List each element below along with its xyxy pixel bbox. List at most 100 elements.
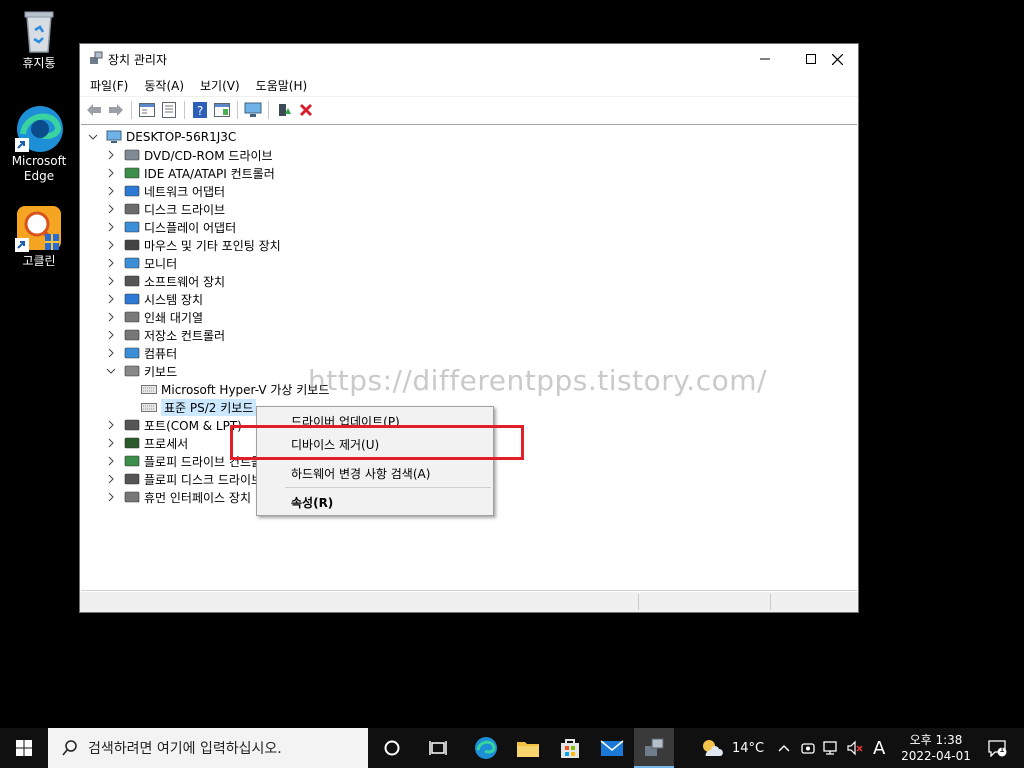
tree-category[interactable]: 포트(COM & LPT) [106,416,242,434]
scan-hardware-button[interactable] [242,99,264,121]
svg-text:?: ? [197,104,203,118]
weather-widget[interactable]: 14°C [700,728,764,768]
toolbar-separator [268,100,269,119]
taskbar-search-box[interactable]: 검색하려면 여기에 입력하십시오. [48,728,368,768]
task-view-button[interactable] [418,728,458,768]
chevron-right-icon[interactable] [106,240,116,250]
notification-badge: 1 [999,745,1005,755]
uninstall-device-button[interactable] [295,99,317,121]
device-category-icon [124,489,140,505]
tree-category-label: 네트워크 어댑터 [144,184,226,199]
view-button[interactable] [211,99,233,121]
chevron-right-icon[interactable] [106,186,116,196]
tree-category[interactable]: 소프트웨어 장치 [106,272,225,290]
chevron-right-icon[interactable] [106,294,116,304]
close-button[interactable] [814,44,860,74]
start-button[interactable] [0,728,48,768]
tree-category-label: 키보드 [144,364,178,379]
chevron-right-icon[interactable] [106,222,116,232]
chevron-right-icon[interactable] [106,312,116,322]
network-button[interactable] [822,728,840,768]
tree-category-label: 프로세서 [144,436,189,451]
device-category-icon [124,345,140,361]
menu-action[interactable]: 동작(A) [139,77,189,94]
clock[interactable]: 오후 1:38 2022-04-01 [896,728,976,768]
taskbar-device-manager[interactable] [634,728,674,768]
tree-category[interactable]: 키보드 [106,362,177,380]
menu-view[interactable]: 보기(V) [195,77,245,94]
tree-device-ps2-keyboard[interactable]: 표준 PS/2 키보드 [141,398,257,416]
status-separator [638,594,639,610]
tree-category[interactable]: 컴퓨터 [106,344,177,362]
tree-category[interactable]: 시스템 장치 [106,290,203,308]
chevron-right-icon[interactable] [106,204,116,214]
input-language-indicator[interactable]: A [873,728,885,768]
tree-category[interactable]: 저장소 컨트롤러 [106,326,225,344]
device-tree-pane[interactable]: DESKTOP-56R1J3C Microsoft Hyper-V 가상 키보드… [81,124,857,591]
back-button[interactable] [83,99,105,121]
desktop-icon-recycle-bin[interactable]: 휴지통 [4,6,74,71]
tree-category[interactable]: DVD/CD-ROM 드라이브 [106,146,273,164]
chevron-down-icon[interactable] [106,366,116,376]
cortana-button[interactable] [372,728,412,768]
title-bar[interactable]: 장치 관리자 [80,44,858,74]
window-title: 장치 관리자 [108,53,168,67]
chevron-right-icon[interactable] [106,474,116,484]
computer-icon [106,129,122,145]
menu-item-scan-hardware[interactable]: 하드웨어 변경 사항 검색(A) [291,465,430,482]
chevron-right-icon[interactable] [106,330,116,340]
menu-help[interactable]: 도움말(H) [251,77,313,94]
tree-category[interactable]: 휴먼 인터페이스 장치 [106,488,251,506]
tree-category[interactable]: 프로세서 [106,434,188,452]
forward-button[interactable] [105,99,127,121]
chevron-right-icon[interactable] [106,276,116,286]
chevron-right-icon[interactable] [106,420,116,430]
tree-category-label: 디스플레이 어댑터 [144,220,237,235]
tree-category[interactable]: 플로피 디스크 드라이브 [106,470,262,488]
toolbar-separator [131,100,132,119]
chevron-right-icon[interactable] [106,258,116,268]
store-icon [561,739,579,758]
forward-arrow-icon [109,103,123,116]
desktop-icon-goclean[interactable]: 고클린 [4,204,74,269]
chevron-right-icon[interactable] [106,168,116,178]
search-icon [62,740,77,756]
help-button[interactable]: ? [189,99,211,121]
menu-item-properties[interactable]: 속성(R) [291,494,333,511]
show-hidden-icons-button[interactable] [778,728,790,768]
chevron-right-icon[interactable] [106,348,116,358]
taskbar-file-explorer[interactable] [508,728,548,768]
properties-button[interactable] [158,99,180,121]
meet-now-button[interactable] [800,728,816,768]
tree-category[interactable]: 모니터 [106,254,177,272]
notification-center-button[interactable]: 1 [982,728,1012,768]
tree-category[interactable]: 네트워크 어댑터 [106,182,225,200]
update-driver-button[interactable] [273,99,295,121]
tree-category[interactable]: 디스플레이 어댑터 [106,218,236,236]
tree-category-label: 시스템 장치 [144,292,204,307]
taskbar-edge[interactable] [466,728,506,768]
chevron-right-icon[interactable] [106,456,116,466]
tree-category[interactable]: IDE ATA/ATAPI 컨트롤러 [106,164,275,182]
menu-file[interactable]: 파일(F) [85,77,133,94]
tree-root[interactable]: DESKTOP-56R1J3C [88,128,236,146]
menu-separator [285,487,491,488]
chevron-right-icon[interactable] [106,492,116,502]
desktop-icon-edge[interactable]: Microsoft Edge [4,104,74,184]
tree-category[interactable]: 마우스 및 기타 포인팅 장치 [106,236,281,254]
show-hide-console-tree-button[interactable] [136,99,158,121]
chevron-up-icon [778,744,790,752]
device-category-icon [124,435,140,451]
taskbar-mail[interactable] [592,728,632,768]
chevron-right-icon[interactable] [106,438,116,448]
minimize-button[interactable] [742,44,788,74]
volume-button[interactable] [846,728,864,768]
chevron-right-icon[interactable] [106,150,116,160]
task-view-icon [429,741,447,755]
taskbar-store[interactable] [550,728,590,768]
update-driver-icon [279,103,291,116]
tree-category[interactable]: 인쇄 대기열 [106,308,203,326]
tree-category[interactable]: 디스크 드라이브 [106,200,225,218]
keyboard-icon [141,399,157,415]
tree-device-hyperv-keyboard[interactable]: Microsoft Hyper-V 가상 키보드 [141,380,329,398]
